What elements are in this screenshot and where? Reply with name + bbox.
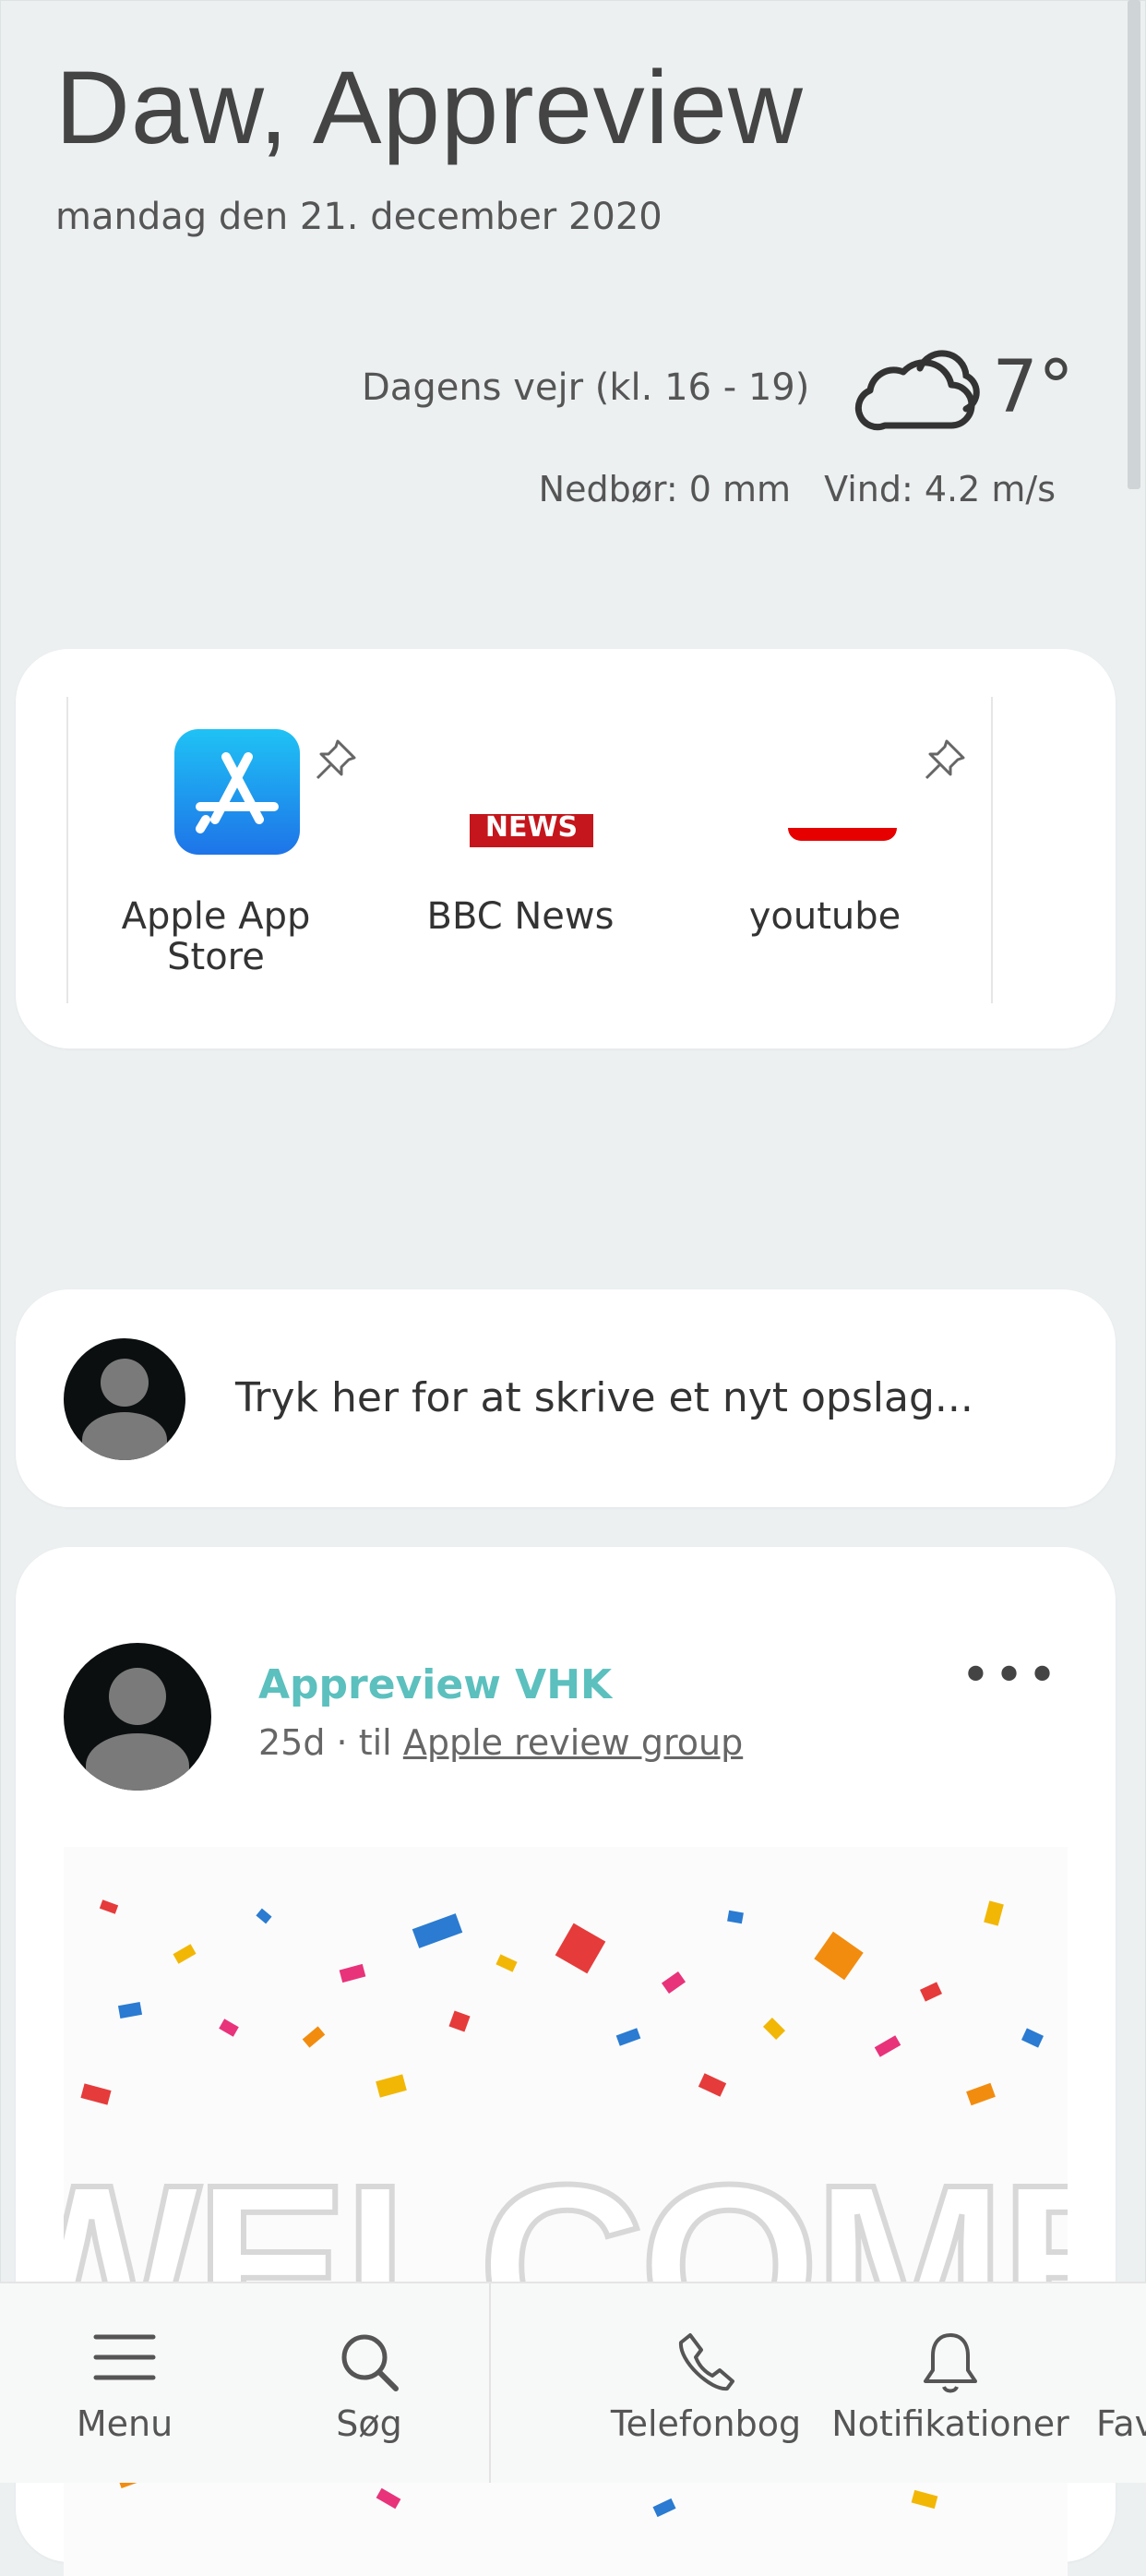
post-meta: 25d · til Apple review group bbox=[258, 1722, 743, 1763]
bell-icon bbox=[924, 2333, 977, 2393]
bottom-navigation: Menu Søg Telefonbog Notifikationer Fav bbox=[0, 2282, 1146, 2483]
pin-icon[interactable] bbox=[919, 732, 973, 785]
nav-notifications[interactable]: Notifikationer bbox=[830, 2283, 1070, 2483]
more-options-button[interactable]: ••• bbox=[961, 1650, 1060, 1702]
nav-divider bbox=[489, 2283, 491, 2483]
nav-phonebook[interactable]: Telefonbog bbox=[609, 2283, 803, 2483]
quick-link-label: BBC News bbox=[426, 895, 615, 938]
post-age: 25d · til bbox=[258, 1722, 392, 1763]
phone-icon bbox=[678, 2333, 734, 2391]
nav-favorites[interactable]: Fav bbox=[1094, 2283, 1146, 2483]
post-author[interactable]: Appreview VHK bbox=[258, 1661, 612, 1708]
post-group-link[interactable]: Apple review group bbox=[403, 1722, 743, 1763]
search-icon bbox=[341, 2334, 399, 2391]
weather-widget: Dagens vejr (kl. 16 - 19) 7° bbox=[362, 337, 1074, 438]
pin-icon[interactable] bbox=[310, 732, 364, 785]
greeting-title: Daw, Appreview bbox=[55, 50, 804, 165]
weather-wind: Vind: 4.2 m/s bbox=[824, 469, 1056, 509]
scrollbar[interactable] bbox=[1128, 0, 1140, 489]
star-icon bbox=[1140, 2330, 1146, 2394]
bbc-news-icon: NEWS bbox=[470, 814, 593, 847]
weather-temperature: 7° bbox=[992, 346, 1074, 429]
quick-links-card: Apple App Store NEWS BBC News youtube bbox=[16, 649, 1116, 1048]
weather-precipitation: Nedbør: 0 mm bbox=[538, 469, 792, 509]
compose-placeholder[interactable]: Tryk her for at skrive et nyt opslag... bbox=[235, 1374, 973, 1421]
weather-details: Nedbør: 0 mm Vind: 4.2 m/s bbox=[539, 469, 1056, 509]
app-store-icon bbox=[174, 729, 300, 855]
weather-label: Dagens vejr (kl. 16 - 19) bbox=[362, 366, 810, 409]
quick-links-scroller[interactable]: Apple App Store NEWS BBC News youtube bbox=[66, 697, 993, 1003]
nav-label: Notifikationer bbox=[831, 2403, 1069, 2444]
nav-label: Telefonbog bbox=[610, 2403, 802, 2444]
current-date: mandag den 21. december 2020 bbox=[55, 196, 663, 238]
compose-post-card[interactable]: Tryk her for at skrive et nyt opslag... bbox=[16, 1289, 1116, 1507]
nav-label: Fav bbox=[1096, 2403, 1146, 2444]
nav-search[interactable]: Søg bbox=[300, 2283, 438, 2483]
youtube-icon bbox=[788, 828, 897, 841]
nav-label: Søg bbox=[336, 2403, 402, 2444]
menu-icon bbox=[93, 2334, 156, 2380]
cloud-icon bbox=[855, 350, 981, 431]
author-avatar[interactable] bbox=[64, 1643, 211, 1791]
quick-link-label: Apple App Store bbox=[121, 895, 311, 978]
nav-menu[interactable]: Menu bbox=[55, 2283, 194, 2483]
avatar bbox=[64, 1338, 185, 1460]
nav-label: Menu bbox=[76, 2403, 173, 2444]
quick-link-label: youtube bbox=[748, 895, 901, 938]
